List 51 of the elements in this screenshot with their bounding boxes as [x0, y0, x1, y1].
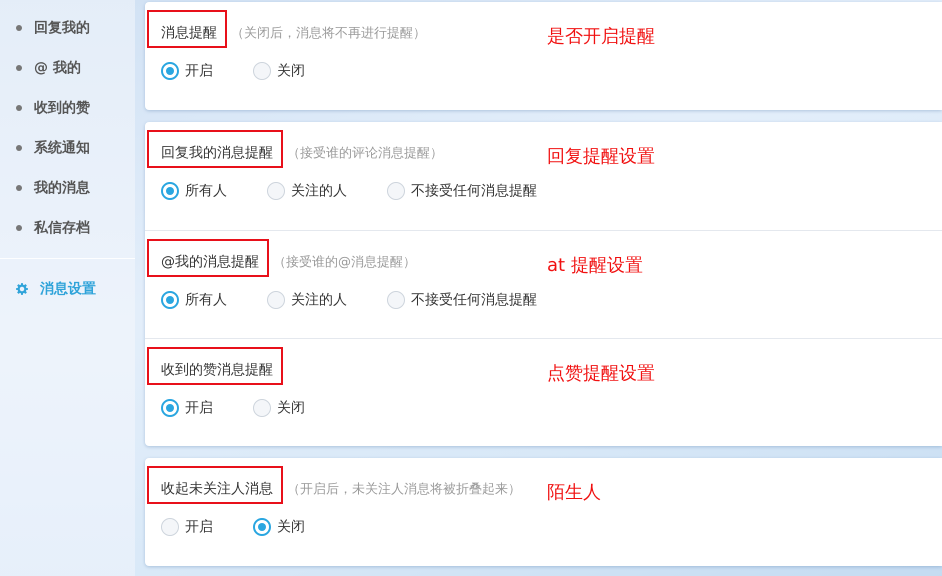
radio-button[interactable]: [161, 518, 179, 536]
radio-button[interactable]: [387, 291, 405, 309]
radio-button[interactable]: [267, 182, 285, 200]
sidebar-item[interactable]: 我的消息: [0, 168, 135, 208]
radio-button[interactable]: [253, 62, 271, 80]
setting-title: 消息提醒: [161, 25, 217, 41]
gear-icon: [16, 283, 28, 295]
setting-title: 收到的赞消息提醒: [161, 362, 273, 378]
setting-hint: （接受谁的评论消息提醒）: [287, 145, 443, 162]
radio-option[interactable]: 关注的人: [267, 291, 347, 309]
bullet-icon: [16, 105, 22, 111]
annotation-text: 点赞提醒设置: [547, 362, 655, 385]
bullet-icon: [16, 225, 22, 231]
radio-option[interactable]: 开启: [161, 62, 213, 80]
radio-option[interactable]: 所有人: [161, 182, 227, 200]
bullet-icon: [16, 25, 22, 31]
annotation-text: 陌生人: [547, 481, 601, 504]
radio-button[interactable]: [161, 182, 179, 200]
setting-title: 收起未关注人消息: [161, 481, 273, 497]
annotation-text: at 提醒设置: [547, 254, 643, 277]
radio-option[interactable]: 关闭: [253, 62, 305, 80]
radio-button[interactable]: [161, 399, 179, 417]
radio-option[interactable]: 不接受任何消息提醒: [387, 291, 537, 309]
setting-title: @我的消息提醒: [161, 254, 259, 270]
setting-hint: （关闭后，消息将不再进行提醒）: [231, 25, 426, 42]
radio-option[interactable]: 开启: [161, 518, 213, 536]
radio-button[interactable]: [253, 518, 271, 536]
radio-button[interactable]: [161, 62, 179, 80]
annotation-text: 回复提醒设置: [547, 145, 655, 168]
radio-button[interactable]: [253, 399, 271, 417]
radio-button[interactable]: [161, 291, 179, 309]
radio-option[interactable]: 关闭: [253, 518, 305, 536]
annotation-text: 是否开启提醒: [547, 25, 655, 48]
sidebar-item[interactable]: 私信存档: [0, 208, 135, 248]
radio-option[interactable]: 所有人: [161, 291, 227, 309]
setting-hint: （开启后，未关注人消息将被折叠起来）: [287, 481, 521, 498]
radio-button[interactable]: [267, 291, 285, 309]
radio-button[interactable]: [387, 182, 405, 200]
setting-hint: （接受谁的@消息提醒）: [273, 254, 416, 271]
setting-title: 回复我的消息提醒: [161, 145, 273, 161]
bullet-icon: [16, 65, 22, 71]
radio-option[interactable]: 开启: [161, 399, 213, 417]
sidebar-item[interactable]: 系统通知: [0, 128, 135, 168]
bullet-icon: [16, 145, 22, 151]
sidebar-item[interactable]: 收到的赞: [0, 88, 135, 128]
sidebar-item[interactable]: @ 我的: [0, 48, 135, 88]
bullet-icon: [16, 185, 22, 191]
sidebar-item[interactable]: 回复我的: [0, 8, 135, 48]
radio-option[interactable]: 关闭: [253, 399, 305, 417]
radio-option[interactable]: 关注的人: [267, 182, 347, 200]
radio-option[interactable]: 不接受任何消息提醒: [387, 182, 537, 200]
